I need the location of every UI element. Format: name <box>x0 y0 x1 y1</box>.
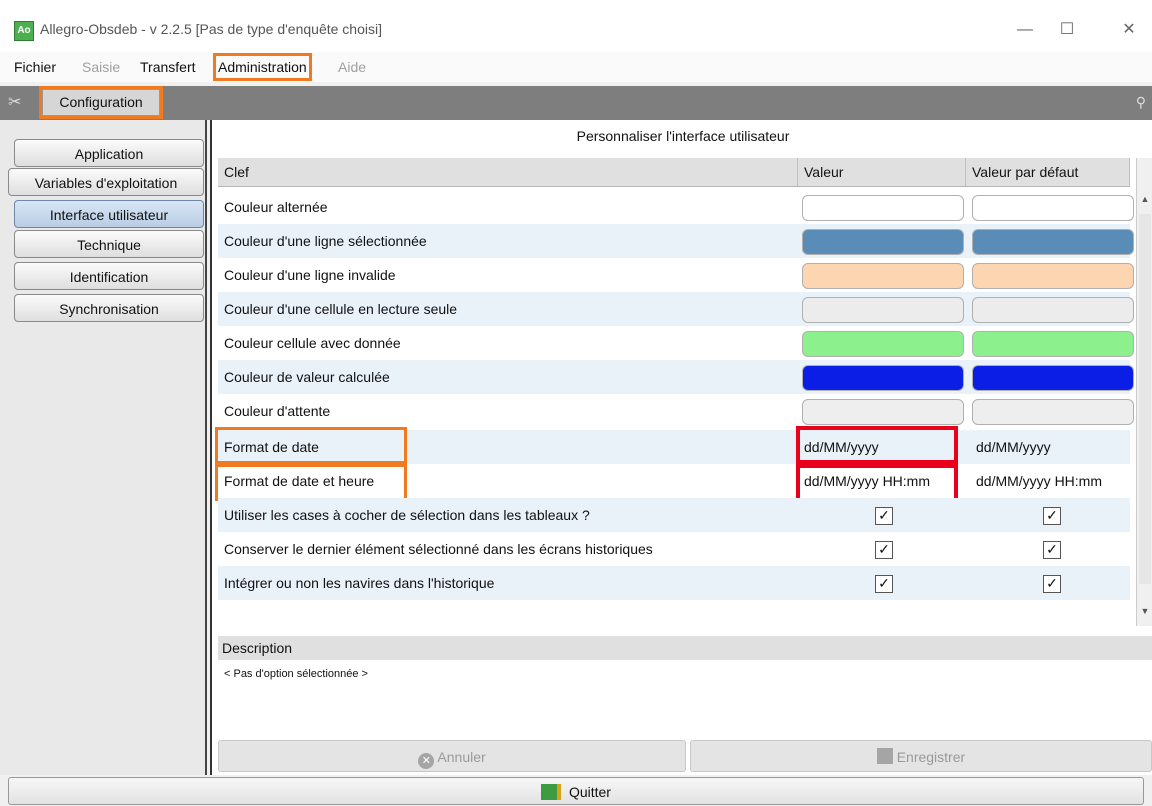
title-bar: Ao Allegro-Obsdeb - v 2.2.5 [Pas de type… <box>0 0 1152 52</box>
save-icon <box>876 748 893 764</box>
scroll-up-arrow-icon[interactable]: ▲ <box>1137 194 1152 212</box>
color-default-swatch <box>972 263 1134 289</box>
color-value-swatch[interactable] <box>802 365 964 391</box>
menu-saisie[interactable]: Saisie <box>80 56 122 78</box>
table-row[interactable]: Couleur cellule avec donnée <box>218 326 1134 360</box>
row-key: Conserver le dernier élément sélectionné… <box>224 541 653 557</box>
sidebar-item-interface-utilisateur[interactable]: Interface utilisateur <box>14 200 204 228</box>
color-default-swatch <box>972 229 1134 255</box>
color-value-swatch[interactable] <box>802 399 964 425</box>
menu-fichier[interactable]: Fichier <box>12 56 58 78</box>
quit-button[interactable]: Quitter <box>8 777 1144 805</box>
row-key: Couleur d'une cellule en lecture seule <box>224 301 458 317</box>
row-key: Couleur d'une ligne sélectionnée <box>224 233 427 249</box>
save-label: Enregistrer <box>896 749 966 765</box>
window-title: Allegro-Obsdeb - v 2.2.5 [Pas de type d'… <box>40 21 382 37</box>
scroll-down-arrow-icon[interactable]: ▼ <box>1137 606 1152 624</box>
default-format-date: dd/MM/yyyy <box>976 439 1051 455</box>
value-format-date-heure[interactable]: dd/MM/yyyy HH:mm <box>796 460 958 502</box>
cancel-icon: ✕ <box>418 753 435 769</box>
table-row[interactable]: Format de date et heure dd/MM/yyyy HH:mm… <box>215 460 1130 502</box>
cancel-button[interactable]: ✕ Annuler <box>218 740 686 772</box>
tools-icon: ✂ <box>8 94 22 111</box>
default-checkbox: ✓ <box>1043 541 1061 559</box>
panel-title: Personnaliser l'interface utilisateur <box>576 128 790 144</box>
color-default-swatch <box>972 365 1134 391</box>
row-key: Couleur cellule avec donnée <box>224 335 401 351</box>
configuration-bar: ✂ Configuration ⚲ <box>0 86 1152 120</box>
color-default-swatch <box>972 195 1134 221</box>
menu-transfert[interactable]: Transfert <box>138 56 198 78</box>
sidebar-item-application[interactable]: Application <box>14 139 204 167</box>
color-default-swatch <box>972 297 1134 323</box>
menu-administration[interactable]: Administration <box>213 53 312 81</box>
quit-label: Quitter <box>568 784 611 800</box>
column-header-clef[interactable]: Clef <box>218 158 798 186</box>
row-key: Intégrer ou non les navires dans l'histo… <box>224 575 495 591</box>
menu-aide[interactable]: Aide <box>336 56 368 78</box>
row-key-format-date-heure: Format de date et heure <box>215 461 407 501</box>
row-key: Couleur d'une ligne invalide <box>224 267 396 283</box>
cancel-label: Annuler <box>437 749 486 765</box>
exit-door-icon <box>541 784 562 800</box>
table-row[interactable]: Couleur d'une ligne sélectionnée <box>218 224 1134 258</box>
color-default-swatch <box>972 331 1134 357</box>
table-header: Clef Valeur Valeur par défaut <box>218 158 1130 187</box>
table-row[interactable]: Format de date dd/MM/yyyy dd/MM/yyyy <box>215 426 1130 468</box>
help-icon[interactable]: ⚲ <box>1136 94 1146 111</box>
value-checkbox[interactable]: ✓ <box>875 575 893 593</box>
value-format-date[interactable]: dd/MM/yyyy <box>796 426 958 468</box>
description-header: Description <box>218 636 1152 660</box>
column-header-valeur-defaut[interactable]: Valeur par défaut <box>966 158 1130 186</box>
table-row[interactable]: Couleur d'une ligne invalide <box>218 258 1134 292</box>
main-panel: Personnaliser l'interface utilisateur Cl… <box>210 120 1152 775</box>
sidebar-item-synchronisation[interactable]: Synchronisation <box>14 294 204 322</box>
default-checkbox: ✓ <box>1043 575 1061 593</box>
allegro-icon: Ao <box>14 21 34 41</box>
description-text: < Pas d'option sélectionnée > <box>218 660 1152 732</box>
maximize-button[interactable]: ☐ <box>1052 18 1082 42</box>
menu-bar: Fichier Saisie Transfert Administration … <box>0 52 1152 82</box>
table-scrollbar[interactable]: ▲ ▼ <box>1136 158 1152 626</box>
color-default-swatch <box>972 399 1134 425</box>
color-value-swatch[interactable] <box>802 263 964 289</box>
scroll-thumb[interactable] <box>1139 214 1151 584</box>
row-key: Couleur de valeur calculée <box>224 369 390 385</box>
table-row[interactable]: Couleur d'attente <box>218 394 1134 428</box>
value-checkbox[interactable]: ✓ <box>875 541 893 559</box>
default-checkbox: ✓ <box>1043 507 1061 525</box>
column-header-valeur[interactable]: Valeur <box>798 158 966 186</box>
table-row[interactable]: Couleur de valeur calculée <box>218 360 1134 394</box>
row-key-format-date: Format de date <box>215 427 407 467</box>
row-key: Utiliser les cases à cocher de sélection… <box>224 507 590 523</box>
sidebar-item-variables-exploitation[interactable]: Variables d'exploitation <box>8 168 204 196</box>
row-key: Couleur d'attente <box>224 403 331 419</box>
table-row[interactable]: Couleur alternée <box>218 190 1134 224</box>
value-checkbox[interactable]: ✓ <box>875 507 893 525</box>
color-value-swatch[interactable] <box>802 331 964 357</box>
color-value-swatch[interactable] <box>802 297 964 323</box>
color-value-swatch[interactable] <box>802 195 964 221</box>
minimize-button[interactable]: — <box>1010 18 1040 42</box>
table-row[interactable]: Intégrer ou non les navires dans l'histo… <box>218 566 1130 600</box>
configuration-button[interactable]: Configuration <box>39 86 163 119</box>
sidebar-item-technique[interactable]: Technique <box>14 230 204 258</box>
table-row[interactable]: Conserver le dernier élément sélectionné… <box>218 532 1130 566</box>
close-button[interactable]: ✕ <box>1114 18 1144 42</box>
default-format-date-heure: dd/MM/yyyy HH:mm <box>976 473 1102 489</box>
row-key: Couleur alternée <box>224 199 328 215</box>
color-value-swatch[interactable] <box>802 229 964 255</box>
table-row[interactable]: Utiliser les cases à cocher de sélection… <box>218 498 1130 532</box>
save-button[interactable]: Enregistrer <box>690 740 1152 772</box>
sidebar-item-identification[interactable]: Identification <box>14 262 204 290</box>
sidebar: Application Variables d'exploitation Int… <box>0 120 207 775</box>
table-row[interactable]: Couleur d'une cellule en lecture seule <box>218 292 1134 326</box>
